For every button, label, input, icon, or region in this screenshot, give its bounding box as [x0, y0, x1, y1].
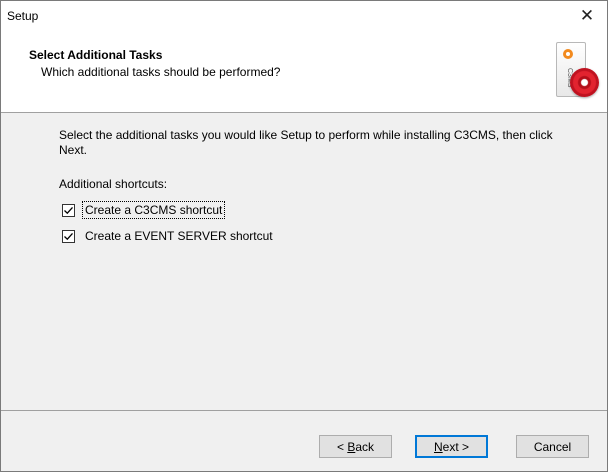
event-server-shortcut-checkbox[interactable]	[62, 229, 75, 243]
c3cms-shortcut-checkbox[interactable]	[62, 203, 75, 217]
next-button-rest: ext >	[442, 439, 470, 454]
checkmark-icon	[64, 206, 73, 214]
wizard-content: Select the additional tasks you would li…	[1, 113, 607, 410]
additional-shortcuts-label: Additional shortcuts:	[59, 177, 168, 191]
task-event-server-shortcut[interactable]: Create a EVENT SERVER shortcut	[62, 227, 275, 245]
intro-text: Select the additional tasks you would li…	[59, 128, 553, 157]
back-button[interactable]: < Back	[319, 435, 392, 458]
cancel-button[interactable]: Cancel	[516, 435, 589, 458]
wizard-header: Select Additional Tasks Which additional…	[1, 31, 607, 113]
back-button-accel: B	[347, 439, 356, 454]
c3cms-logo-mark	[563, 49, 573, 59]
close-icon: ✕	[579, 6, 595, 25]
page-title: Select Additional Tasks	[29, 48, 163, 62]
setup-window: Setup ✕ Select Additional Tasks Which ad…	[0, 0, 608, 472]
button-bar: < Back Next > Cancel	[1, 410, 607, 471]
cancel-button-label: Cancel	[533, 439, 572, 454]
task-c3cms-shortcut[interactable]: Create a C3CMS shortcut	[62, 201, 226, 219]
event-server-shortcut-label[interactable]: Create a EVENT SERVER shortcut	[83, 228, 275, 244]
checkmark-icon	[64, 232, 73, 240]
disc-icon	[570, 68, 599, 97]
title-bar: Setup ✕	[1, 1, 607, 31]
c3cms-shortcut-label[interactable]: Create a C3CMS shortcut	[81, 201, 226, 219]
next-button[interactable]: Next >	[415, 435, 488, 458]
close-button[interactable]: ✕	[567, 1, 607, 31]
back-button-prefix: <	[336, 439, 348, 454]
page-subtitle: Which additional tasks should be perform…	[41, 65, 281, 79]
back-button-rest: ack	[355, 439, 375, 454]
window-title: Setup	[7, 9, 39, 23]
next-button-accel: N	[433, 439, 443, 454]
